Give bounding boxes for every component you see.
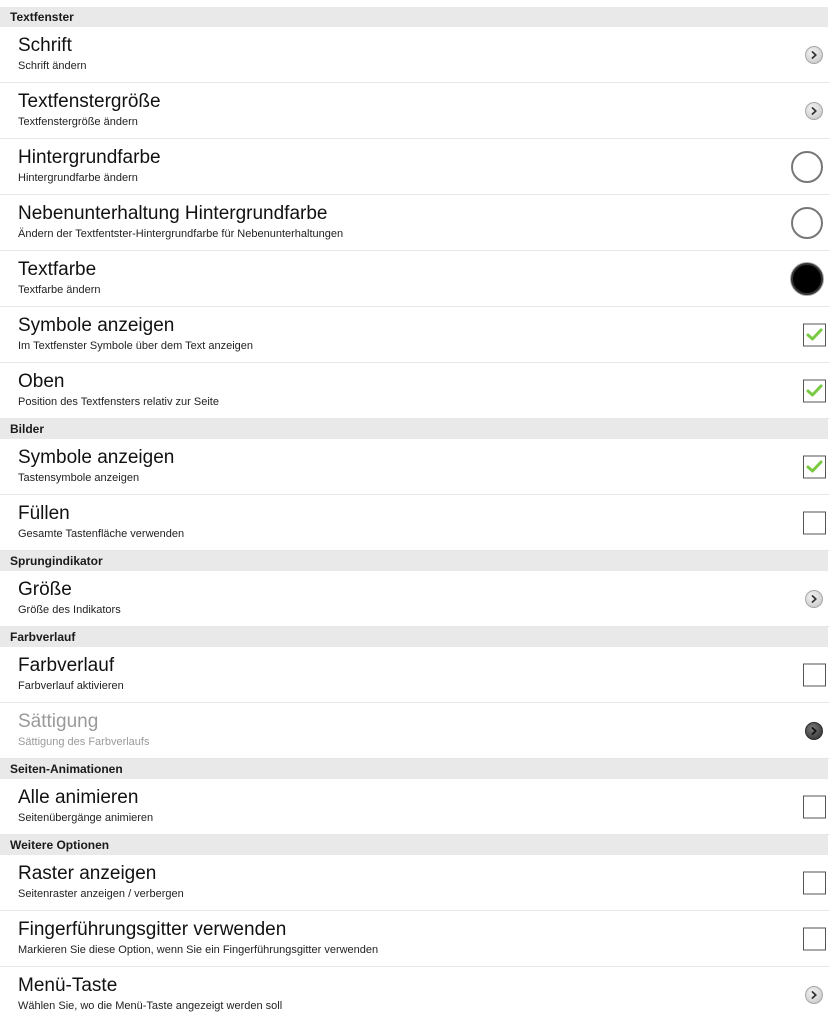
setting-title: Symbole anzeigen — [18, 315, 175, 336]
setting-row-hintergrundfarbe[interactable]: Hintergrundfarbe Hintergrundfarbe ändern — [0, 139, 829, 195]
setting-subtitle: Tastensymbole anzeigen — [18, 472, 140, 484]
section-header-bilder: Bilder — [0, 419, 828, 439]
setting-title: Symbole anzeigen — [18, 447, 175, 468]
setting-title: Schrift — [18, 35, 72, 56]
setting-row-oben[interactable]: Oben Position des Textfensters relativ zu… — [0, 363, 829, 419]
setting-row-textfarbe[interactable]: Textfarbe Textfarbe ändern — [0, 251, 829, 307]
setting-row-schrift[interactable]: Schrift Schrift ändern — [0, 27, 829, 83]
chevron-right-icon[interactable] — [805, 45, 823, 64]
setting-title: Textfarbe — [18, 259, 97, 280]
setting-title: Alle animieren — [18, 787, 139, 808]
setting-title: Sättigung — [18, 711, 99, 732]
setting-subtitle: Ändern der Textfentster-Hintergrundfarbe… — [18, 228, 344, 240]
checkmark-icon — [806, 460, 823, 473]
setting-row-nebenunterhaltung-hintergrundfarbe[interactable]: Nebenunterhaltung Hintergrundfarbe Ändern… — [0, 195, 829, 251]
setting-row-farbverlauf[interactable]: Farbverlauf Farbverlauf aktivieren — [0, 647, 829, 703]
chevron-right-icon[interactable] — [805, 101, 823, 120]
setting-subtitle: Größe des Indikators — [18, 604, 121, 616]
setting-title: Oben — [18, 371, 65, 392]
setting-row-raster-anzeigen[interactable]: Raster anzeigen Seitenraster anzeigen / v… — [0, 855, 829, 911]
setting-title: Menü-Taste — [18, 975, 118, 996]
setting-subtitle: Gesamte Tastenfläche verwenden — [18, 528, 185, 540]
checkbox-unchecked[interactable] — [803, 871, 826, 894]
setting-subtitle: Textfarbe ändern — [18, 284, 101, 296]
setting-title: Textfenstergröße — [18, 91, 161, 112]
color-swatch[interactable] — [791, 206, 823, 239]
setting-row-menue-taste[interactable]: Menü-Taste Wählen Sie, wo die Menü-Taste … — [0, 967, 829, 1023]
setting-subtitle: Position des Textfensters relativ zur Se… — [18, 396, 219, 408]
setting-title: Größe — [18, 579, 72, 600]
checkbox-checked[interactable] — [803, 455, 826, 478]
setting-title: Hintergrundfarbe — [18, 147, 161, 168]
setting-subtitle: Hintergrundfarbe ändern — [18, 172, 138, 184]
setting-subtitle: Wählen Sie, wo die Menü-Taste angezeigt … — [18, 1000, 283, 1012]
section-header-seiten-animationen: Seiten-Animationen — [0, 759, 828, 779]
setting-title: Fingerführungsgitter verwenden — [18, 919, 287, 940]
setting-row-textfenstergroesse[interactable]: Textfenstergröße Textfenstergröße ändern — [0, 83, 829, 139]
section-header-sprungindikator: Sprungindikator — [0, 551, 828, 571]
checkbox-unchecked[interactable] — [803, 795, 826, 818]
setting-row-symbole-anzeigen[interactable]: Symbole anzeigen Im Textfenster Symbole ü… — [0, 307, 829, 363]
color-swatch[interactable] — [791, 150, 823, 183]
setting-subtitle: Markieren Sie diese Option, wenn Sie ein… — [18, 944, 379, 956]
setting-row-fingerfuehrungsgitter-verwenden[interactable]: Fingerführungsgitter verwenden Markieren … — [0, 911, 829, 967]
checkbox-checked[interactable] — [803, 379, 826, 402]
setting-subtitle: Seitenübergänge animieren — [18, 812, 154, 824]
setting-row-groesse[interactable]: Größe Größe des Indikators — [0, 571, 829, 627]
setting-title: Nebenunterhaltung Hintergrundfarbe — [18, 203, 328, 224]
checkbox-unchecked[interactable] — [803, 511, 826, 534]
chevron-right-icon[interactable] — [805, 589, 823, 608]
checkbox-unchecked[interactable] — [803, 927, 826, 950]
setting-row-symbole-anzeigen[interactable]: Symbole anzeigen Tastensymbole anzeigen — [0, 439, 829, 495]
chevron-right-icon — [805, 721, 823, 740]
checkmark-icon — [806, 384, 823, 397]
setting-row-saettigung: Sättigung Sättigung des Farbverlaufs — [0, 703, 829, 759]
setting-title: Raster anzeigen — [18, 863, 157, 884]
checkbox-unchecked[interactable] — [803, 663, 826, 686]
setting-subtitle: Sättigung des Farbverlaufs — [18, 736, 150, 748]
settings-list: Textfenster Schrift Schrift ändern Textfens… — [0, 7, 829, 1023]
setting-title: Farbverlauf — [18, 655, 115, 676]
section-header-weitere-optionen: Weitere Optionen — [0, 835, 828, 855]
setting-subtitle: Schrift ändern — [18, 60, 87, 72]
setting-subtitle: Seitenraster anzeigen / verbergen — [18, 888, 184, 900]
section-header-textfenster: Textfenster — [0, 7, 828, 27]
setting-subtitle: Im Textfenster Symbole über dem Text anz… — [18, 340, 253, 352]
setting-subtitle: Farbverlauf aktivieren — [18, 680, 124, 692]
setting-subtitle: Textfenstergröße ändern — [18, 116, 138, 128]
section-header-farbverlauf: Farbverlauf — [0, 627, 828, 647]
color-swatch[interactable] — [791, 262, 823, 295]
chevron-right-icon[interactable] — [805, 986, 823, 1004]
setting-row-alle-animieren[interactable]: Alle animieren Seitenübergänge animieren — [0, 779, 829, 835]
setting-title: Füllen — [18, 503, 70, 524]
checkmark-icon — [806, 328, 823, 341]
setting-row-fuellen[interactable]: Füllen Gesamte Tastenfläche verwenden — [0, 495, 829, 551]
checkbox-checked[interactable] — [803, 323, 826, 346]
